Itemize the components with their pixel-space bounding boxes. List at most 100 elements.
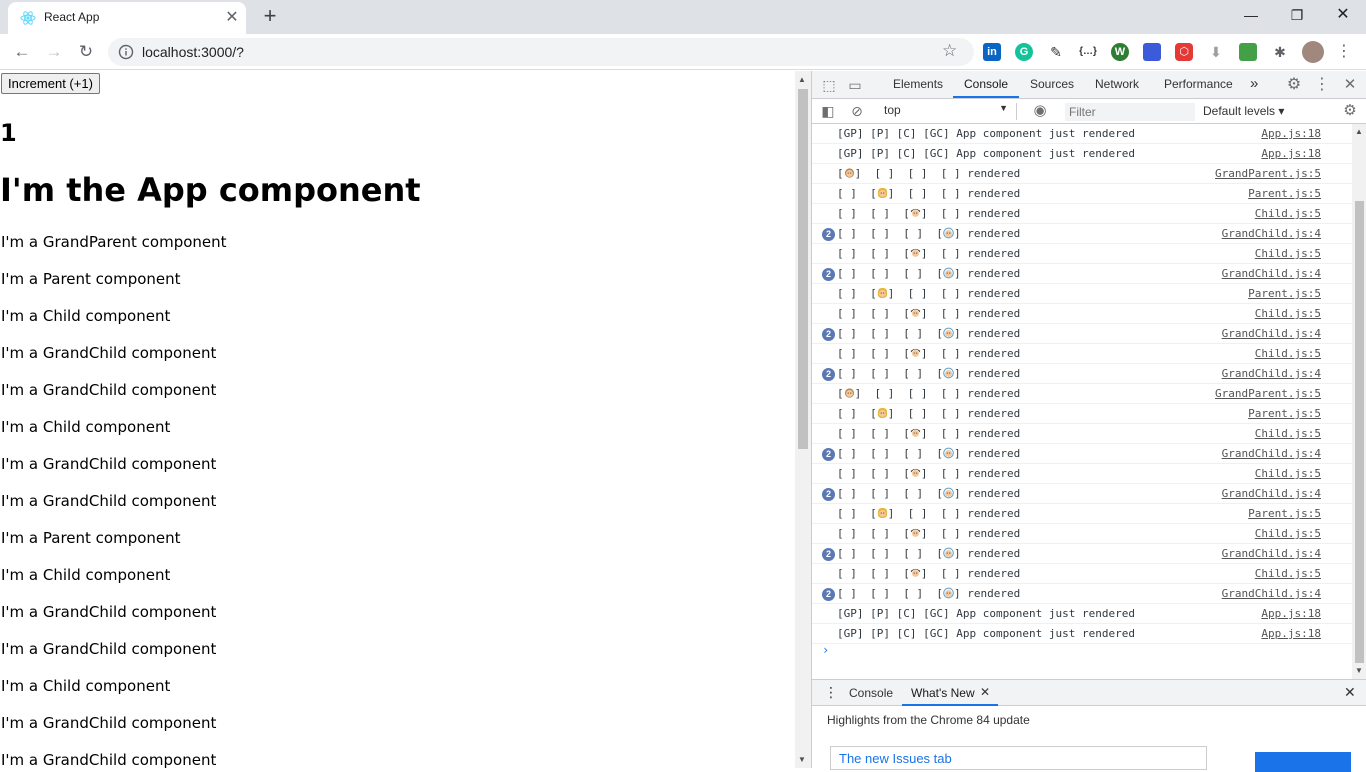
log-source-link[interactable]: GrandChild.js:4: [1222, 367, 1321, 380]
filter-input[interactable]: [1065, 103, 1195, 121]
log-source-link[interactable]: App.js:18: [1261, 147, 1321, 160]
console-prompt[interactable]: ›: [822, 643, 829, 657]
log-source-link[interactable]: Parent.js:5: [1248, 187, 1321, 200]
console-scrollbar[interactable]: ▲ ▼: [1352, 124, 1366, 679]
console-settings-icon[interactable]: ⚙: [1340, 101, 1360, 121]
log-source-link[interactable]: GrandChild.js:4: [1222, 447, 1321, 460]
tab-title: React App: [44, 10, 100, 24]
log-source-link[interactable]: GrandChild.js:4: [1222, 587, 1321, 600]
console-log-row: 2[ ] [ ] [ ] [] rendered GrandChild.js:4: [812, 484, 1352, 504]
forward-button[interactable]: →: [42, 40, 66, 64]
reload-button[interactable]: ↻: [74, 40, 98, 64]
close-devtools-icon[interactable]: ✕: [1340, 75, 1360, 95]
component-line: I'm a GrandChild component: [1, 492, 217, 510]
console-log-row: 2[ ] [ ] [ ] [] rendered GrandChild.js:4: [812, 264, 1352, 284]
log-source-link[interactable]: App.js:18: [1261, 127, 1321, 140]
menu-icon[interactable]: ⋮: [1332, 40, 1356, 64]
log-source-link[interactable]: GrandChild.js:4: [1222, 547, 1321, 560]
component-emoji-slots: [ ] [ ] [ ] []: [837, 327, 968, 340]
component-emoji-slots: [ ] [] [ ] [ ]: [837, 287, 968, 300]
tab-elements[interactable]: Elements: [893, 77, 943, 91]
close-tab-icon[interactable]: ✕: [980, 685, 990, 699]
drawer-tab-console[interactable]: Console: [849, 686, 893, 700]
clear-console-icon[interactable]: ⊘: [847, 101, 867, 121]
page-scrollbar[interactable]: ▲ ▼: [795, 71, 811, 768]
tab-performance[interactable]: Performance: [1164, 77, 1233, 91]
log-levels-select[interactable]: Default levels ▾: [1203, 104, 1284, 118]
browser-tab[interactable]: React App ✕: [8, 2, 246, 34]
tab-sources[interactable]: Sources: [1030, 77, 1074, 91]
shield-icon[interactable]: ⬡: [1175, 43, 1193, 61]
bookmark-star-icon[interactable]: ☆: [942, 41, 957, 61]
drawer-tab-whats-new[interactable]: What's New: [911, 686, 975, 700]
log-source-link[interactable]: GrandChild.js:4: [1222, 327, 1321, 340]
log-text: rendered: [967, 347, 1021, 360]
log-source-link[interactable]: Parent.js:5: [1248, 287, 1321, 300]
scroll-down-icon[interactable]: ▼: [798, 755, 806, 764]
puzzle-icon[interactable]: ✱: [1271, 43, 1289, 61]
log-source-link[interactable]: GrandParent.js:5: [1215, 387, 1321, 400]
log-source-link[interactable]: GrandChild.js:4: [1222, 267, 1321, 280]
folder-icon[interactable]: [1143, 43, 1161, 61]
log-message: [ ] [] [ ] [ ] rendered: [837, 287, 1020, 300]
console-log-list: [GP] [P] [C] [GC] App component just ren…: [812, 124, 1352, 679]
log-source-link[interactable]: GrandParent.js:5: [1215, 167, 1321, 180]
log-source-link[interactable]: App.js:18: [1261, 607, 1321, 620]
grammarly-icon[interactable]: G: [1015, 43, 1033, 61]
back-button[interactable]: ←: [10, 40, 34, 64]
settings-gear-icon[interactable]: ⚙: [1284, 75, 1304, 95]
log-source-link[interactable]: App.js:18: [1261, 627, 1321, 640]
image-icon[interactable]: [1239, 43, 1257, 61]
component-emoji-slots: [ ] [] [ ] [ ]: [837, 407, 968, 420]
console-scroll-thumb[interactable]: [1355, 201, 1364, 663]
repeat-count-badge: 2: [822, 368, 835, 381]
log-source-link[interactable]: Parent.js:5: [1248, 407, 1321, 420]
close-window-button[interactable]: ✕: [1320, 0, 1366, 34]
log-source-link[interactable]: Child.js:5: [1255, 207, 1321, 220]
log-source-link[interactable]: Child.js:5: [1255, 307, 1321, 320]
log-source-link[interactable]: Child.js:5: [1255, 527, 1321, 540]
tab-console[interactable]: Console: [964, 77, 1008, 91]
log-text: rendered: [967, 487, 1021, 500]
component-line: I'm a Child component: [1, 307, 171, 325]
log-source-link[interactable]: GrandChild.js:4: [1222, 487, 1321, 500]
log-message: [GP] [P] [C] [GC] App component just ren…: [837, 607, 1136, 620]
inspect-icon[interactable]: ⬚: [819, 75, 839, 95]
wordpress-icon[interactable]: W: [1111, 43, 1129, 61]
scroll-down-icon[interactable]: ▼: [1355, 666, 1363, 675]
restore-button[interactable]: ❐: [1274, 0, 1320, 34]
log-source-link[interactable]: GrandChild.js:4: [1222, 227, 1321, 240]
device-toolbar-icon[interactable]: ▭: [845, 75, 865, 95]
log-source-link[interactable]: Child.js:5: [1255, 347, 1321, 360]
tab-network[interactable]: Network: [1095, 77, 1139, 91]
tab-close-icon[interactable]: ✕: [222, 8, 242, 28]
live-expression-eye-icon[interactable]: ◉: [1030, 101, 1050, 121]
sidebar-toggle-icon[interactable]: ◧: [818, 101, 838, 121]
increment-button[interactable]: Increment (+1): [1, 73, 100, 94]
page-scroll-thumb[interactable]: [798, 89, 808, 449]
minimize-button[interactable]: —: [1228, 0, 1274, 34]
log-source-link[interactable]: Child.js:5: [1255, 567, 1321, 580]
component-emoji-slots: [ ] [] [ ] [ ]: [837, 187, 968, 200]
context-select[interactable]: top ▼: [882, 103, 1017, 120]
drawer-menu-icon[interactable]: ⋮: [824, 684, 838, 701]
log-source-link[interactable]: Child.js:5: [1255, 427, 1321, 440]
json-icon[interactable]: {…}: [1079, 43, 1097, 61]
scroll-up-icon[interactable]: ▲: [1355, 127, 1363, 136]
address-bar[interactable]: localhost:3000/? ☆: [108, 38, 974, 66]
log-source-link[interactable]: Child.js:5: [1255, 247, 1321, 260]
close-drawer-icon[interactable]: ✕: [1344, 684, 1356, 701]
issues-tab-link[interactable]: The new Issues tab: [830, 746, 1207, 770]
devtools-menu-icon[interactable]: ⋮: [1312, 75, 1332, 95]
scroll-up-icon[interactable]: ▲: [798, 75, 806, 84]
log-source-link[interactable]: Parent.js:5: [1248, 507, 1321, 520]
log-source-link[interactable]: Child.js:5: [1255, 467, 1321, 480]
new-tab-button[interactable]: +: [258, 5, 282, 29]
more-tabs-icon[interactable]: »: [1250, 75, 1258, 92]
log-message: [ ] [ ] [ ] [] rendered: [837, 327, 1020, 340]
component-emoji-slots: [ ] [ ] [ ] []: [837, 487, 968, 500]
eyedropper-icon[interactable]: ✎: [1047, 43, 1065, 61]
linkedin-icon[interactable]: in: [983, 43, 1001, 61]
download-icon[interactable]: ⬇: [1207, 43, 1225, 61]
avatar[interactable]: [1302, 41, 1324, 63]
